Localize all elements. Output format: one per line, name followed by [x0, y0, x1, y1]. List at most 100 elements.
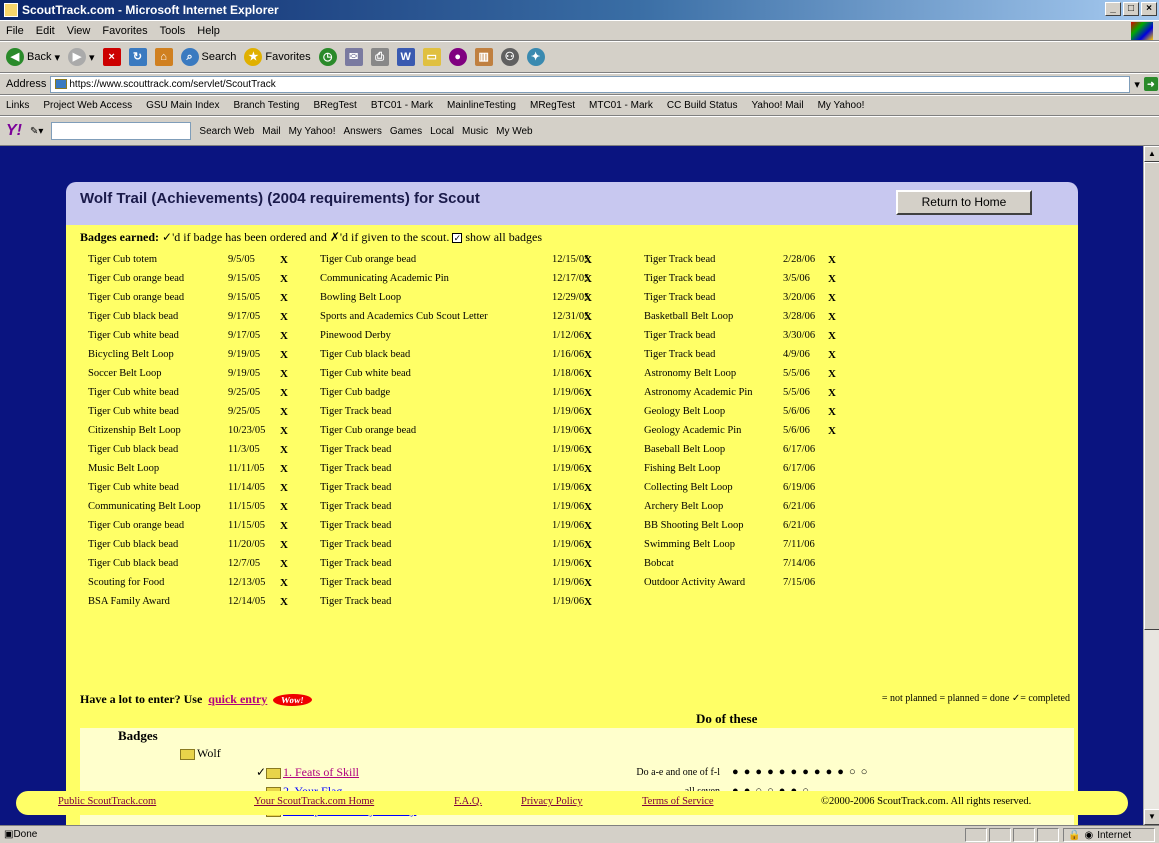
print-icon[interactable]: ⎙: [370, 48, 389, 66]
yahoo-search-input[interactable]: [51, 122, 192, 140]
given-mark-icon: X: [584, 443, 592, 456]
badge-row: Baseball Belt Loop 6/17/06: [644, 440, 815, 459]
badge-name: Tiger Cub black bead: [88, 558, 179, 569]
quick-entry-link[interactable]: quick entry: [208, 692, 267, 707]
given-mark-icon: X: [280, 538, 288, 551]
back-label: Back: [27, 51, 52, 63]
mail-icon[interactable]: ✉: [344, 48, 363, 66]
address-dropdown-icon[interactable]: ▾: [1134, 78, 1140, 91]
search-web-button[interactable]: Search Web: [199, 126, 254, 137]
yahoo-answers-link[interactable]: Answers: [343, 126, 381, 137]
badge-name: Tiger Cub white bead: [88, 482, 179, 493]
footer-faq-link[interactable]: F.A.Q.: [454, 796, 482, 807]
badge-date: 1/19/06: [552, 501, 585, 512]
footer-home-link[interactable]: Your ScoutTrack.com Home: [254, 796, 374, 807]
research-icon[interactable]: ▥: [474, 48, 493, 66]
badge-name: Tiger Track bead: [320, 444, 392, 455]
tree-badges-heading: Badges: [118, 728, 158, 743]
given-mark-icon: X: [280, 576, 288, 589]
go-button[interactable]: ➜Go: [1143, 77, 1159, 91]
menu-view[interactable]: View: [67, 25, 91, 37]
refresh-icon[interactable]: ↻: [128, 48, 147, 66]
link-mainline-testing[interactable]: MainlineTesting: [447, 100, 516, 111]
home-icon[interactable]: ⌂: [154, 48, 173, 66]
content-panel: Badges earned: ✓'d if badge has been ord…: [66, 225, 1078, 825]
badge-name: Tiger Track bead: [320, 577, 392, 588]
badge-name: Bowling Belt Loop: [320, 292, 402, 303]
badge-row: Basketball Belt Loop 3/28/06 X: [644, 307, 836, 326]
link-my-yahoo[interactable]: My Yahoo!: [818, 100, 865, 111]
yahoo-logo[interactable]: Y!: [6, 122, 22, 140]
badge-row: Tiger Track bead 1/19/06 X: [320, 573, 592, 592]
show-all-checkbox[interactable]: ✓: [452, 233, 463, 244]
menu-edit[interactable]: Edit: [36, 25, 55, 37]
close-button[interactable]: ×: [1141, 2, 1157, 16]
menu-file[interactable]: File: [6, 25, 24, 37]
back-button[interactable]: ◀ Back ▾: [6, 48, 60, 66]
link-bregtest[interactable]: BRegTest: [313, 100, 356, 111]
discuss-icon[interactable]: ▭: [422, 48, 441, 66]
link-branch-testing[interactable]: Branch Testing: [233, 100, 299, 111]
tree-wolf-node[interactable]: Wolf: [180, 746, 221, 761]
given-mark-icon: X: [280, 329, 288, 342]
link-cc-build-status[interactable]: CC Build Status: [667, 100, 738, 111]
edit-icon[interactable]: W: [396, 48, 415, 66]
go-arrow-icon: ➜: [1143, 77, 1158, 91]
badge-date: 9/15/05: [228, 273, 261, 284]
yahoo-music-link[interactable]: Music: [462, 126, 488, 137]
badge-row: Tiger Track bead 1/19/06 X: [320, 516, 592, 535]
address-input[interactable]: https://www.scouttrack.com/servlet/Scout…: [50, 75, 1131, 93]
link-yahoo-mail[interactable]: Yahoo! Mail: [752, 100, 804, 111]
badge-row: Fishing Belt Loop 6/17/06: [644, 459, 815, 478]
link-gsu-main-index[interactable]: GSU Main Index: [146, 100, 219, 111]
return-home-button[interactable]: Return to Home: [896, 190, 1032, 215]
search-button[interactable]: ⌕ Search: [180, 48, 236, 66]
badge-row: Tiger Cub orange bead 9/15/05 X: [88, 288, 288, 307]
folder-icon: [180, 748, 195, 760]
scroll-thumb[interactable]: [1144, 162, 1159, 630]
scroll-down-arrow-icon[interactable]: ▼: [1144, 809, 1159, 825]
yahoo-my-web-link[interactable]: My Web: [496, 126, 533, 137]
footer-privacy-link[interactable]: Privacy Policy: [521, 796, 583, 807]
scroll-up-arrow-icon[interactable]: ▲: [1144, 146, 1159, 162]
yahoo-my-yahoo-link[interactable]: My Yahoo!: [289, 126, 336, 137]
footer-public-link[interactable]: Public ScoutTrack.com: [58, 796, 156, 807]
menu-favorites[interactable]: Favorites: [102, 25, 147, 37]
address-bar: Address https://www.scouttrack.com/servl…: [0, 73, 1159, 95]
pawprint-status-icons[interactable]: ● ● ● ● ● ● ● ● ● ● ○ ○: [732, 766, 868, 778]
completed-check-icon: ✓: [256, 765, 267, 779]
history-icon[interactable]: ◷: [318, 48, 337, 66]
link-project-web-access[interactable]: Project Web Access: [43, 100, 132, 111]
yahoo-local-link[interactable]: Local: [430, 126, 454, 137]
badge-date: 1/19/06: [552, 596, 585, 607]
menu-help[interactable]: Help: [197, 25, 220, 37]
yahoo-games-link[interactable]: Games: [390, 126, 422, 137]
tools-icon[interactable]: ✦: [526, 48, 545, 66]
status-cell: [965, 828, 987, 842]
messenger-icon[interactable]: ●: [448, 48, 467, 66]
badge-date: 9/15/05: [228, 292, 261, 303]
tree-achievement-item[interactable]: ✓ 1. Feats of Skill: [256, 765, 359, 780]
link-btc01-mark[interactable]: BTC01 - Mark: [371, 100, 433, 111]
favorites-label: Favorites: [265, 51, 311, 63]
given-mark-icon: X: [584, 576, 592, 589]
maximize-button[interactable]: □: [1123, 2, 1139, 16]
forward-button[interactable]: ▶ ▾: [68, 48, 95, 66]
footer-terms-link[interactable]: Terms of Service: [642, 796, 714, 807]
link-mregtest[interactable]: MRegTest: [530, 100, 575, 111]
badge-date: 11/3/05: [228, 444, 260, 455]
badge-row: Scouting for Food 12/13/05 X: [88, 573, 288, 592]
favorites-button[interactable]: ★ Favorites: [244, 48, 311, 66]
minimize-button[interactable]: _: [1105, 2, 1121, 16]
achievement-link[interactable]: 1. Feats of Skill: [283, 765, 359, 779]
badge-date: 5/5/06: [783, 387, 810, 398]
vertical-scrollbar[interactable]: ▲ ▼: [1143, 146, 1159, 825]
link-mtc01-mark[interactable]: MTC01 - Mark: [589, 100, 653, 111]
stop-icon[interactable]: ×: [102, 48, 121, 66]
people-icon[interactable]: ⚇: [500, 48, 519, 66]
pencil-icon[interactable]: ✎▾: [30, 126, 43, 137]
menu-tools[interactable]: Tools: [160, 25, 186, 37]
window-titlebar: ScoutTrack.com - Microsoft Internet Expl…: [0, 0, 1159, 20]
yahoo-mail-link[interactable]: Mail: [262, 126, 280, 137]
badge-row: Tiger Track bead 1/19/06 X: [320, 554, 592, 573]
